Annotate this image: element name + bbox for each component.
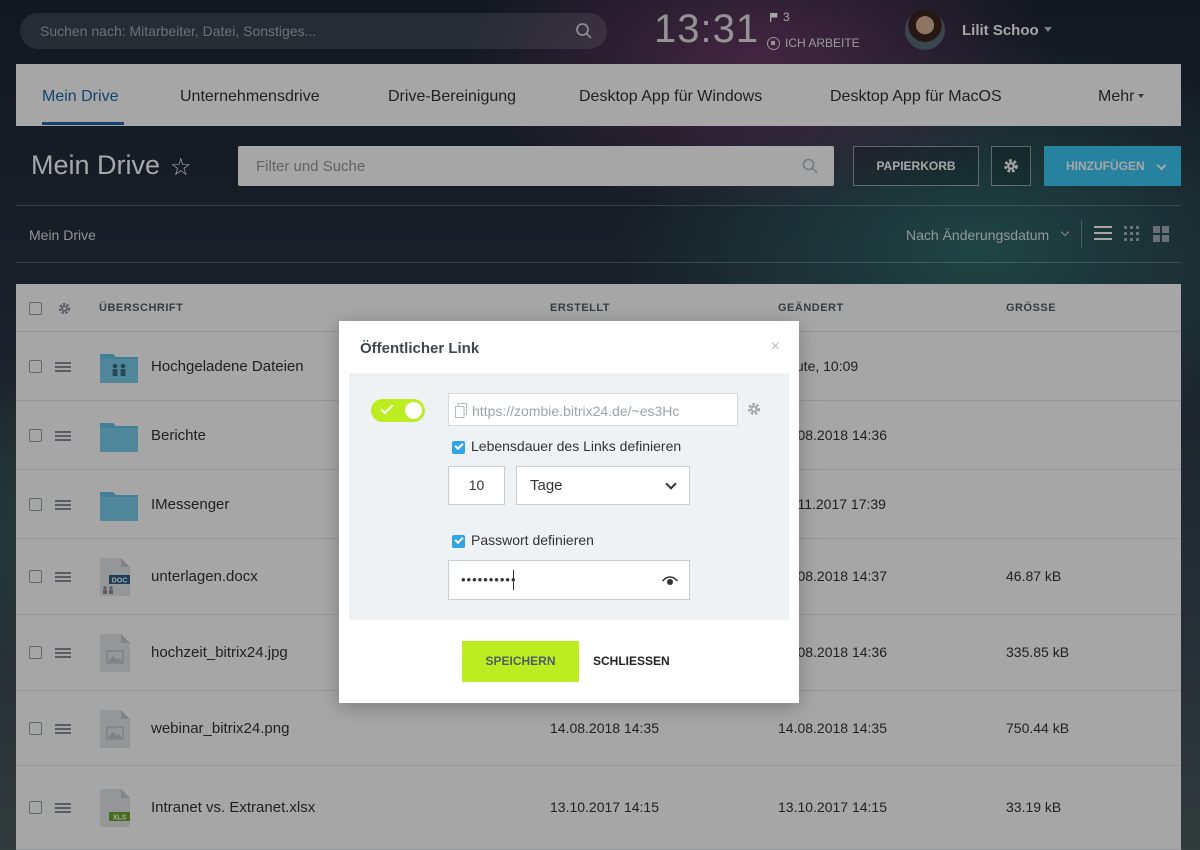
eye-icon[interactable] [662, 575, 678, 586]
copy-icon[interactable] [455, 403, 467, 418]
public-link-toggle[interactable] [371, 399, 425, 422]
link-url-field[interactable]: https://zombie.bitrix24.de/~es3Hc [448, 393, 738, 426]
password-checkbox[interactable] [452, 535, 465, 548]
lifetime-checkbox[interactable] [452, 441, 465, 454]
link-url: https://zombie.bitrix24.de/~es3Hc [472, 403, 680, 419]
toggle-knob [405, 402, 422, 419]
public-link-dialog: Öffentlicher Link × https://zombie.bitri… [339, 321, 799, 703]
gear-icon[interactable] [746, 401, 762, 417]
lifetime-unit-value: Tage [530, 477, 563, 494]
lifetime-unit-select[interactable]: Tage [516, 466, 690, 505]
lifetime-value-input[interactable]: 10 [448, 466, 505, 505]
close-button[interactable]: SCHLIESSEN [593, 641, 670, 682]
lifetime-label: Lebensdauer des Links definieren [471, 438, 682, 454]
password-mask: •••••••••• [461, 572, 517, 587]
password-label: Passwort definieren [471, 532, 594, 548]
save-button[interactable]: SPEICHERN [462, 641, 579, 682]
check-icon [380, 401, 394, 415]
close-icon[interactable]: × [771, 338, 780, 356]
dialog-body: https://zombie.bitrix24.de/~es3Hc Lebens… [349, 373, 789, 620]
password-input[interactable]: •••••••••• [448, 560, 690, 600]
dialog-title: Öffentlicher Link [360, 340, 480, 357]
text-cursor [513, 570, 514, 590]
chevron-down-icon [665, 478, 677, 490]
